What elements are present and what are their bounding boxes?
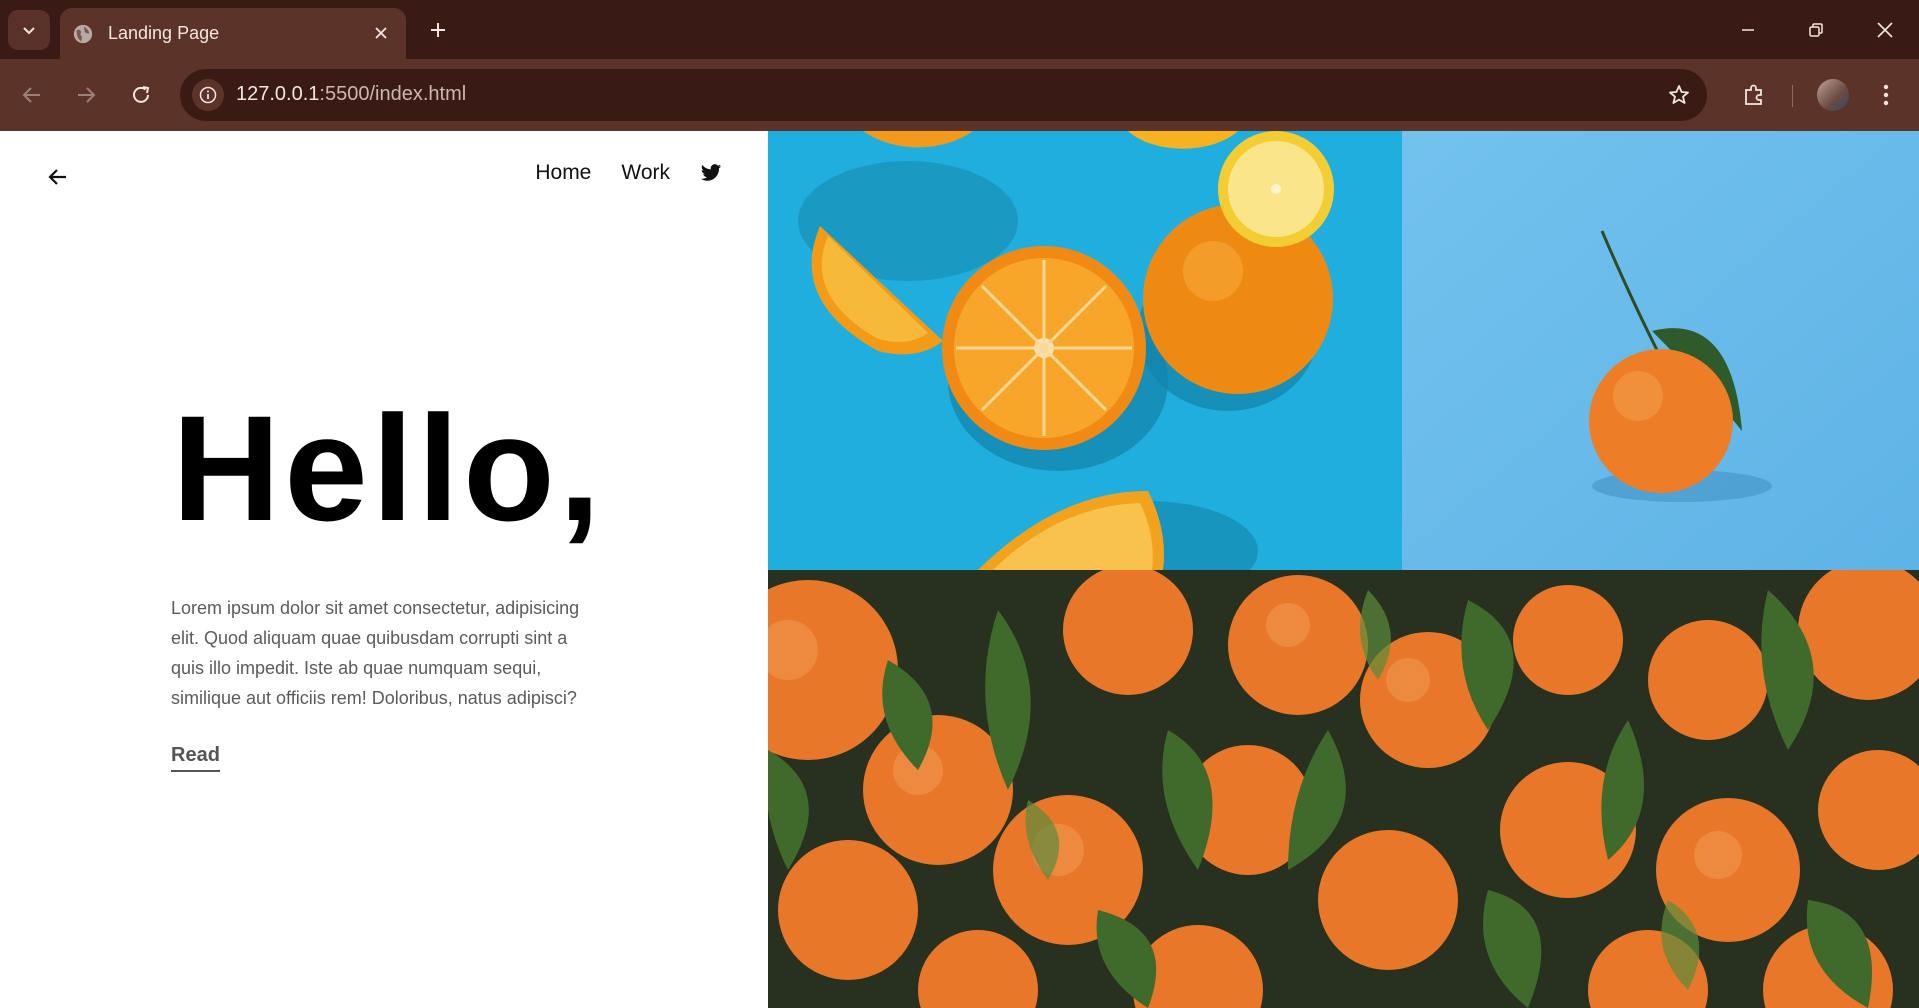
tangerines-pile-image — [768, 570, 1919, 1008]
puzzle-icon — [1745, 84, 1762, 105]
site-info-button[interactable] — [192, 79, 224, 111]
close-icon — [375, 27, 387, 39]
new-tab-button[interactable] — [422, 14, 454, 46]
site-nav: Home Work — [505, 161, 722, 185]
arrow-left-icon — [22, 87, 40, 103]
url-path: :5500/index.html — [319, 83, 467, 105]
url-text: 127.0.0.1:5500/index.html — [236, 83, 466, 106]
address-bar[interactable]: 127.0.0.1:5500/index.html — [180, 69, 1707, 121]
globe-icon — [73, 24, 93, 43]
menu-button[interactable] — [1868, 77, 1904, 113]
reload-button[interactable] — [123, 77, 159, 113]
tab-strip: Landing Page — [0, 0, 1919, 59]
extensions-button[interactable] — [1736, 77, 1772, 113]
restore-button[interactable] — [1794, 10, 1838, 50]
info-icon — [199, 86, 217, 104]
close-window-button[interactable] — [1863, 10, 1907, 50]
minimize-icon — [1742, 29, 1754, 31]
close-icon — [1877, 22, 1893, 38]
star-icon — [1669, 85, 1689, 104]
back-button[interactable] — [14, 77, 50, 113]
nav-work-link[interactable]: Work — [621, 161, 670, 185]
forward-button[interactable] — [68, 77, 104, 113]
restore-icon — [1809, 23, 1823, 37]
toolbar-divider — [1792, 85, 1793, 107]
plus-icon — [431, 23, 445, 37]
tab-title: Landing Page — [108, 23, 220, 43]
url-host: 127.0.0.1 — [236, 83, 320, 105]
tab-landing-page[interactable]: Landing Page — [60, 8, 406, 59]
twitter-icon[interactable] — [700, 162, 722, 184]
orange-slices-image — [768, 131, 1402, 570]
hero-panel: Home Work Hello, Lorem ipsum dolor sit a… — [0, 131, 768, 1008]
image-grid — [768, 131, 1919, 1008]
nav-home-link[interactable]: Home — [535, 161, 591, 185]
arrow-left-icon[interactable] — [46, 165, 70, 189]
tangerine-image — [1402, 131, 1919, 570]
chevron-down-icon — [23, 27, 35, 35]
tab-search-button[interactable] — [8, 10, 50, 50]
hero-heading: Hello, — [172, 384, 605, 552]
minimize-button[interactable] — [1726, 10, 1770, 50]
toolbar: 127.0.0.1:5500/index.html — [0, 59, 1919, 131]
read-link[interactable]: Read — [171, 744, 220, 772]
hero-paragraph: Lorem ipsum dolor sit amet consectetur, … — [171, 598, 580, 708]
reload-icon — [133, 86, 150, 103]
more-vertical-icon — [1883, 84, 1889, 106]
landing-page: Home Work Hello, Lorem ipsum dolor sit a… — [0, 131, 1919, 1008]
arrow-right-icon — [78, 87, 96, 103]
bookmark-button[interactable] — [1665, 81, 1693, 109]
close-tab-button[interactable] — [370, 22, 392, 44]
profile-avatar[interactable] — [1817, 79, 1849, 111]
